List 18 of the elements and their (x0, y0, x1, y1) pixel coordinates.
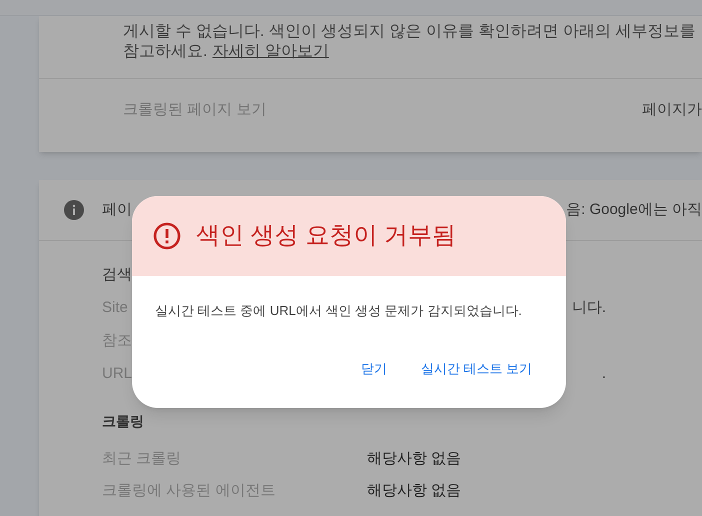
status-text: 음: Google에는 아직 (566, 200, 702, 220)
description-text: 게시할 수 없습니다. 색인이 생성되지 않은 이유를 확인하려면 아래의 세부정보를 (123, 22, 692, 42)
description-text: 참고하세요. (123, 42, 208, 62)
row-value: 해당사항 없음 (367, 481, 462, 502)
row-value: . (602, 364, 606, 384)
page-status-text: 페이지가 (642, 100, 702, 120)
dialog-button[interactable]: 닫기 (350, 354, 397, 382)
section-heading: 검색 (102, 265, 132, 285)
learn-more-link[interactable]: 자세히 알아보기 (212, 42, 329, 62)
info-icon (64, 200, 84, 220)
error-icon (153, 222, 181, 250)
dialog-button[interactable]: 실시간 테스트 보기 (410, 354, 542, 382)
row-value: 해당사항 없음 (367, 449, 462, 470)
crawl-heading: 크롤링 (102, 412, 144, 430)
section-title: 페이 (102, 200, 132, 220)
row-value: 니다. (572, 298, 606, 318)
dialog-title: 색인 생성 요청이 거부됨 (196, 221, 456, 251)
dialog-message: 실시간 테스트 중에 URL에서 색인 생성 문제가 감지되었습니다. (154, 302, 522, 320)
